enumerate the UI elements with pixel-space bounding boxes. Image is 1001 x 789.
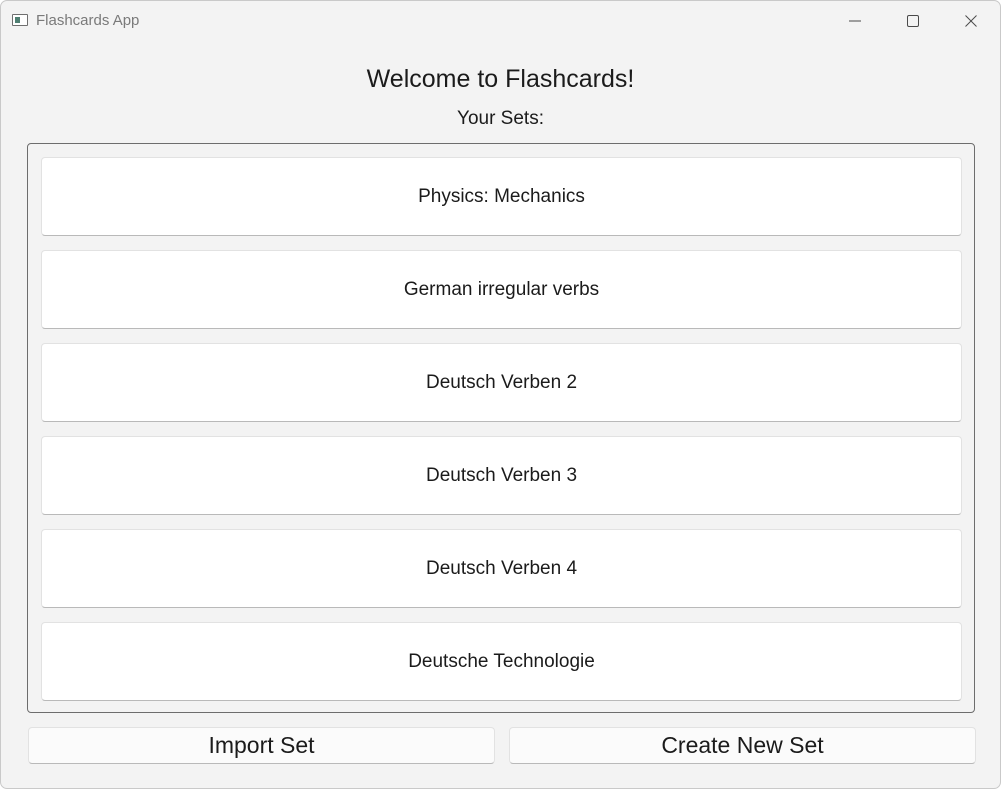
minimize-icon	[849, 20, 861, 22]
set-button-deutsch-verben-2[interactable]: Deutsch Verben 2	[41, 343, 962, 422]
sets-list: Physics: Mechanics German irregular verb…	[27, 143, 975, 713]
set-button-deutsche-technologie[interactable]: Deutsche Technologie	[41, 622, 962, 701]
window-title: Flashcards App	[36, 12, 140, 29]
app-window-icon	[12, 14, 28, 26]
close-button[interactable]	[942, 1, 1000, 41]
set-button-physics-mechanics[interactable]: Physics: Mechanics	[41, 157, 962, 236]
app-window: Flashcards App Welcome to Flashcards! Yo…	[0, 0, 1001, 789]
import-set-button[interactable]: Import Set	[28, 727, 495, 764]
page-title: Welcome to Flashcards!	[366, 65, 635, 93]
create-new-set-button[interactable]: Create New Set	[509, 727, 976, 764]
set-button-german-irregular-verbs[interactable]: German irregular verbs	[41, 250, 962, 329]
set-button-deutsch-verben-3[interactable]: Deutsch Verben 3	[41, 436, 962, 515]
maximize-icon	[907, 15, 919, 27]
close-icon	[965, 15, 977, 27]
minimize-button[interactable]	[826, 1, 884, 41]
sets-subheading: Your Sets:	[457, 108, 544, 129]
title-bar[interactable]: Flashcards App	[1, 1, 1000, 41]
maximize-button[interactable]	[884, 1, 942, 41]
set-button-deutsch-verben-4[interactable]: Deutsch Verben 4	[41, 529, 962, 608]
